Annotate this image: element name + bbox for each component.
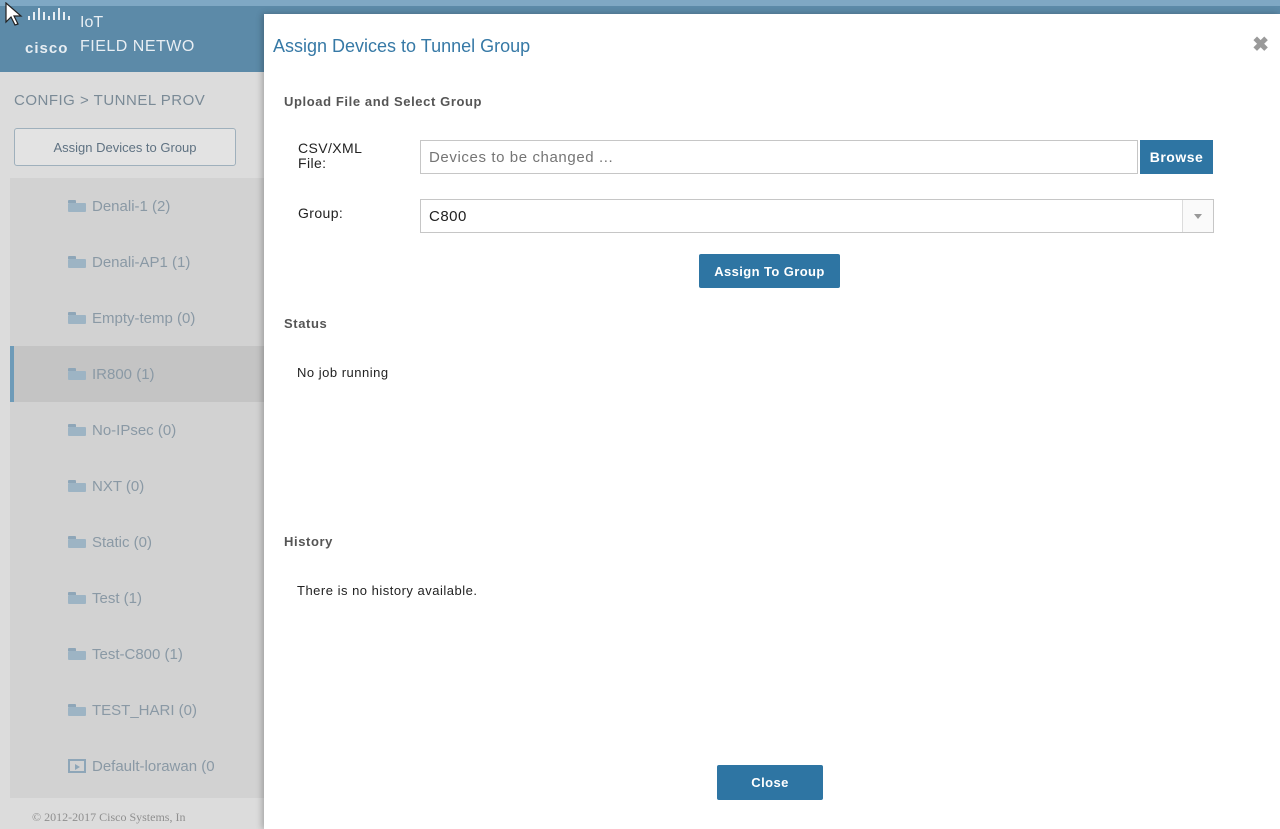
close-button[interactable]: Close xyxy=(717,765,823,800)
group-item-label: Test-C800 (1) xyxy=(92,645,183,663)
folder-icon xyxy=(68,704,86,716)
header-stripe xyxy=(0,0,1280,6)
copyright-text: © 2012-2017 Cisco Systems, In xyxy=(32,810,186,824)
mouse-cursor-icon xyxy=(5,2,23,26)
status-section-title: Status xyxy=(284,316,328,331)
group-item-label: Denali-AP1 (1) xyxy=(92,253,191,271)
history-text: There is no history available. xyxy=(297,583,478,598)
folder-icon xyxy=(68,480,86,492)
group-item-nxt[interactable]: NXT (0) xyxy=(10,458,264,514)
group-item-label: Empty-temp (0) xyxy=(92,309,196,327)
group-item-test-hari[interactable]: TEST_HARI (0) xyxy=(10,682,264,738)
group-item-test[interactable]: Test (1) xyxy=(10,570,264,626)
group-item-label: Default-lorawan (0 xyxy=(92,757,215,775)
assign-devices-dialog: Assign Devices to Tunnel Group ✖ Upload … xyxy=(264,14,1280,829)
group-item-label: IR800 (1) xyxy=(92,365,155,383)
group-item-empty-temp[interactable]: Empty-temp (0) xyxy=(10,290,264,346)
group-item-label: Denali-1 (2) xyxy=(92,197,171,215)
group-select[interactable]: C800 xyxy=(420,199,1214,233)
group-item-denali-ap1[interactable]: Denali-AP1 (1) xyxy=(10,234,264,290)
tunnel-group-list: Denali-1 (2) Denali-AP1 (1) Empty-temp (… xyxy=(10,178,264,798)
group-select-value: C800 xyxy=(429,207,467,225)
assign-devices-to-group-button[interactable]: Assign Devices to Group xyxy=(14,128,236,166)
close-icon[interactable]: ✖ xyxy=(1252,32,1269,57)
history-section-title: History xyxy=(284,534,333,549)
status-text: No job running xyxy=(297,365,389,380)
group-item-label: Static (0) xyxy=(92,533,153,551)
left-panel: CONFIG > TUNNEL PROV Assign Devices to G… xyxy=(0,72,264,829)
folder-icon xyxy=(68,200,86,212)
folder-icon xyxy=(68,424,86,436)
folder-icon xyxy=(68,536,86,548)
cisco-wordmark: cisco xyxy=(25,40,69,57)
folder-icon xyxy=(68,368,86,380)
folder-icon xyxy=(68,312,86,324)
browse-button[interactable]: Browse xyxy=(1140,140,1213,174)
group-item-label: No-IPsec (0) xyxy=(92,421,177,439)
group-item-default-lorawan[interactable]: Default-lorawan (0 xyxy=(10,738,264,794)
group-item-test-c800[interactable]: Test-C800 (1) xyxy=(10,626,264,682)
group-item-ir800[interactable]: IR800 (1) xyxy=(10,346,264,402)
group-item-static[interactable]: Static (0) xyxy=(10,514,264,570)
dialog-title: Assign Devices to Tunnel Group xyxy=(273,36,531,56)
group-item-label: NXT (0) xyxy=(92,477,145,495)
folder-icon xyxy=(68,592,86,604)
upload-section-title: Upload File and Select Group xyxy=(284,94,483,109)
group-field-label: Group: xyxy=(298,205,344,221)
group-item-denali-1[interactable]: Denali-1 (2) xyxy=(10,178,264,234)
folder-icon xyxy=(68,648,86,660)
folder-icon xyxy=(68,256,86,268)
file-path-input[interactable] xyxy=(420,140,1138,174)
product-name-line2: FIELD NETWO xyxy=(80,38,195,55)
assign-to-group-button[interactable]: Assign To Group xyxy=(699,254,840,288)
group-item-label: Test (1) xyxy=(92,589,143,607)
product-name-line1: IoT xyxy=(80,14,104,31)
file-field-label: CSV/XML File: xyxy=(298,140,362,171)
default-group-icon xyxy=(68,759,86,773)
group-item-label: TEST_HARI (0) xyxy=(92,701,198,719)
breadcrumb: CONFIG > TUNNEL PROV xyxy=(14,92,206,109)
group-item-no-ipsec[interactable]: No-IPsec (0) xyxy=(10,402,264,458)
chevron-down-icon[interactable] xyxy=(1182,200,1213,232)
